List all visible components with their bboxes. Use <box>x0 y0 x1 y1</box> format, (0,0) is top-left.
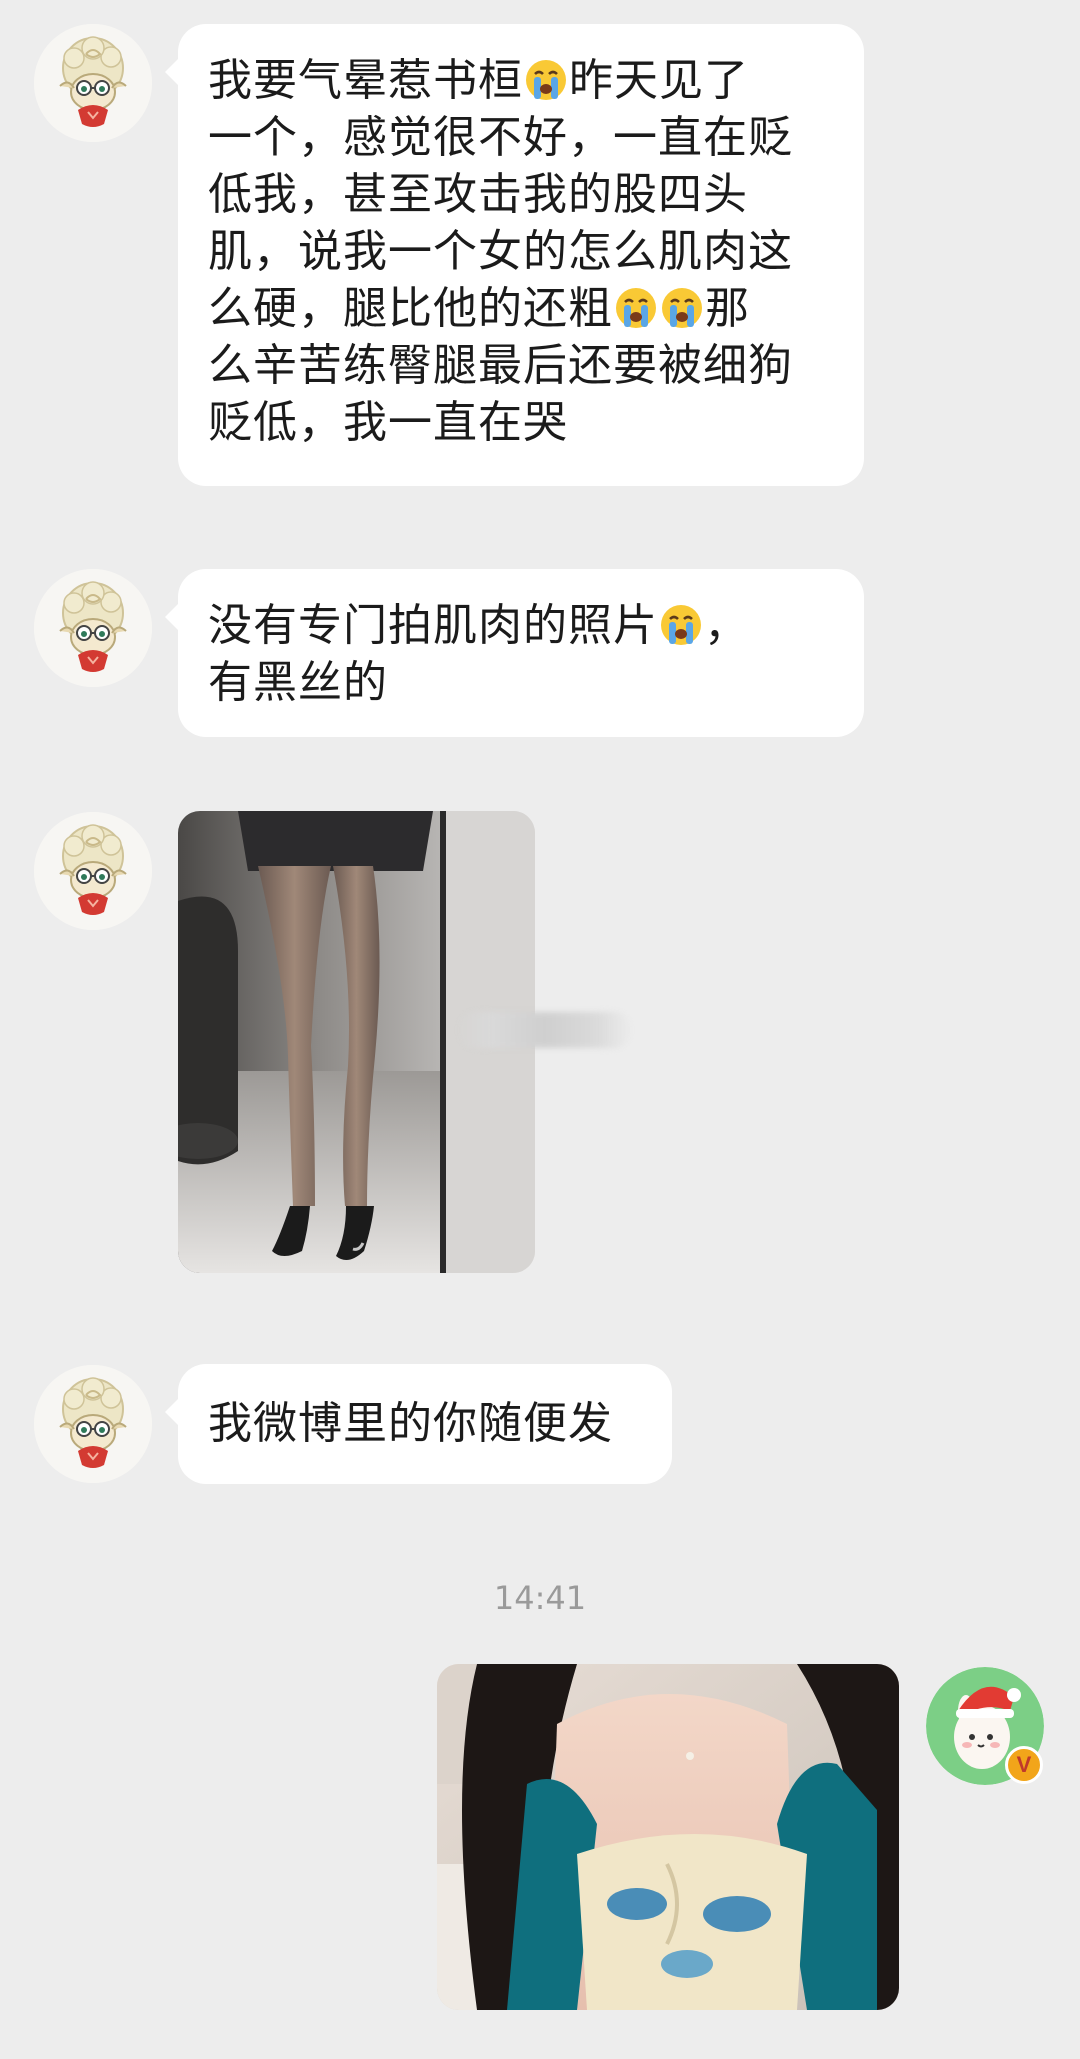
message-text: 有黑丝的 <box>208 657 388 708</box>
sheep-avatar-icon <box>34 1365 152 1483</box>
message-text: 低我，甚至攻击我的股四头 <box>208 169 748 220</box>
crying-emoji-icon <box>660 286 704 330</box>
image-message-selfie-photo[interactable] <box>437 1664 899 2010</box>
crying-emoji-icon <box>524 58 568 102</box>
contact-avatar[interactable] <box>34 812 152 930</box>
message-text: 我要气晕惹书桓 <box>208 55 523 106</box>
message-text: 肌，说我一个女的怎么肌肉这 <box>208 226 793 277</box>
sheep-avatar-icon <box>34 569 152 687</box>
sheep-avatar-icon <box>34 24 152 142</box>
message-bubble[interactable]: 我微博里的你随便发 <box>165 1364 672 1484</box>
verified-badge-label: V <box>1016 1752 1032 1777</box>
verified-badge-icon: V <box>1005 1746 1043 1784</box>
sheep-avatar-icon <box>34 812 152 930</box>
message-text: 昨天见了 <box>569 55 749 106</box>
message-text: 么辛苦练臀腿最后还要被细狗 <box>208 340 793 391</box>
message-text: ， <box>704 600 749 651</box>
message-bubble[interactable]: 没有专门拍肌肉的照片 ， 有黑丝的 <box>165 569 864 737</box>
message-text: 贬低，我一直在哭 <box>208 397 568 448</box>
contact-avatar[interactable] <box>34 569 152 687</box>
message-text: 么硬，腿比他的还粗 <box>208 283 613 334</box>
contact-avatar[interactable] <box>34 24 152 142</box>
message-text: 我微博里的你随便发 <box>208 1398 613 1449</box>
message-bubble[interactable]: 我要气晕惹书桓 昨天见了 一个，感觉很不好，一直在贬 低我，甚至攻击我的股四头 肌… <box>165 24 864 486</box>
chat-timestamp: 14:41 <box>493 1579 587 1617</box>
blurred-overlay <box>457 1012 632 1048</box>
crying-emoji-icon <box>614 286 658 330</box>
crying-emoji-icon <box>659 603 703 647</box>
contact-avatar[interactable] <box>34 1365 152 1483</box>
message-text: 没有专门拍肌肉的照片 <box>208 600 658 651</box>
message-text: 那 <box>705 283 750 334</box>
message-text: 一个，感觉很不好，一直在贬 <box>208 112 793 163</box>
